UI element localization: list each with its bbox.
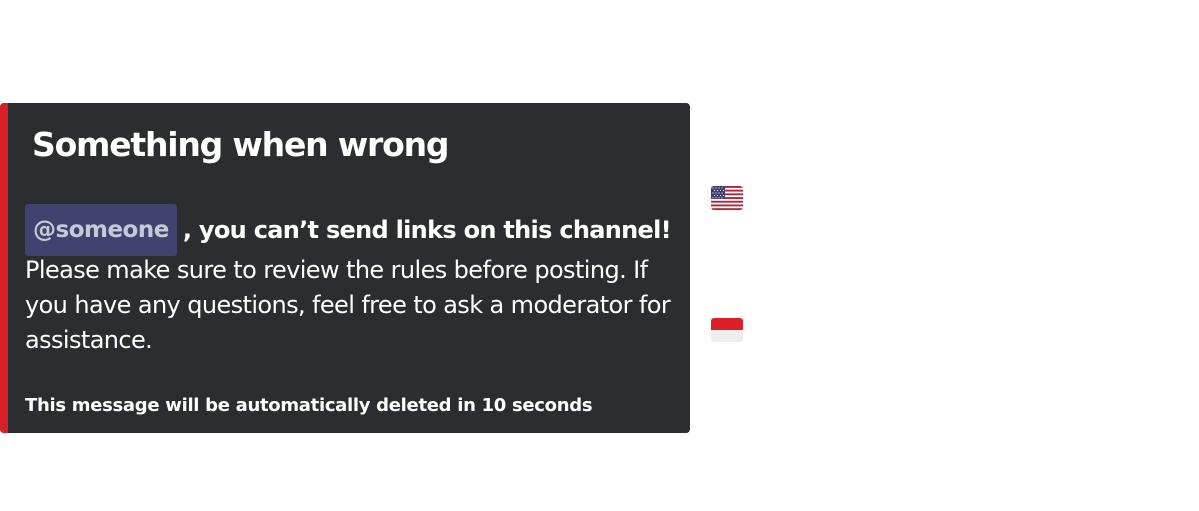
embed-title: Something when wrong — [32, 125, 449, 164]
page: Something when wrong @someone , you can’… — [0, 0, 1199, 511]
headline-text: , you can’t send links on this channel! — [182, 216, 672, 244]
user-mention[interactable]: @someone — [25, 204, 177, 256]
embed-footer: This message will be automatically delet… — [25, 395, 593, 416]
embed-headline: @someone , you can’t send links on this … — [25, 204, 672, 256]
us-flag-icon[interactable] — [711, 186, 743, 210]
indonesia-flag-icon[interactable] — [711, 318, 743, 342]
embed-accent-bar — [0, 103, 8, 433]
embed-description: Please make sure to review the rules bef… — [25, 256, 671, 354]
warning-embed: Something when wrong @someone , you can’… — [0, 103, 690, 433]
